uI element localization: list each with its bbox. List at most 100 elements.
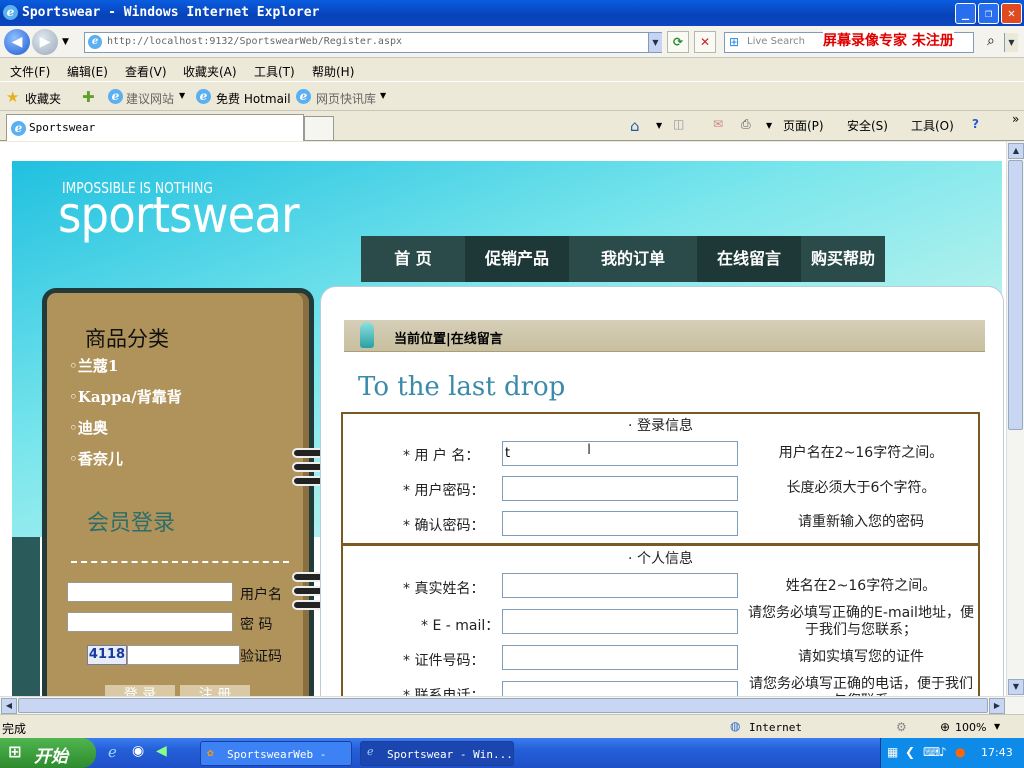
login-button[interactable]: 登 录: [105, 685, 175, 696]
member-login-title: 会员登录: [87, 511, 176, 536]
nav-messages[interactable]: 在线留言: [697, 236, 801, 282]
text-cursor-icon: I: [587, 442, 592, 458]
id-number-input[interactable]: [502, 645, 738, 670]
password-input[interactable]: [502, 476, 738, 501]
quicklaunch-desktop-icon[interactable]: ◉: [132, 743, 144, 759]
email-hint: 请您务必填写正确的E-mail地址，便于我们与您联系；: [748, 605, 974, 638]
nav-home[interactable]: 首 页: [361, 236, 465, 282]
volume-icon[interactable]: ♪: [939, 745, 947, 759]
address-dropdown-icon[interactable]: ▼: [648, 33, 662, 52]
section-title-personal: · 个人信息: [628, 551, 693, 567]
menu-edit[interactable]: 编辑(E): [67, 63, 108, 80]
menu-help[interactable]: 帮助(H): [312, 63, 354, 80]
scroll-down-icon[interactable]: ▼: [1008, 679, 1024, 695]
suggested-dropdown-icon[interactable]: ▼: [179, 91, 185, 100]
tab-sportswear[interactable]: e Sportswear: [6, 114, 304, 141]
favorites-button[interactable]: 收藏夹: [25, 90, 61, 107]
webslice-dropdown-icon[interactable]: ▼: [380, 91, 386, 100]
stop-button[interactable]: ✕: [694, 31, 716, 53]
search-placeholder: Live Search: [747, 36, 805, 47]
vertical-scroll-thumb[interactable]: [1008, 160, 1023, 430]
maximize-button[interactable]: ❐: [978, 3, 999, 24]
scroll-left-icon[interactable]: ◀: [1, 698, 17, 714]
captcha-input[interactable]: [127, 645, 240, 665]
suggested-sites-icon: e: [108, 89, 123, 104]
protected-mode-icon[interactable]: ⚙: [896, 720, 907, 734]
email-input[interactable]: [502, 609, 738, 634]
nav-help[interactable]: 购买帮助: [801, 236, 885, 282]
clock[interactable]: 17:43: [981, 746, 1013, 759]
address-url: http://localhost:9132/SportswearWeb/Regi…: [107, 36, 403, 47]
suggested-sites-link[interactable]: 建议网站: [126, 90, 174, 107]
scroll-right-icon[interactable]: ▶: [989, 698, 1005, 714]
tray-expand-icon[interactable]: ❮: [905, 745, 915, 759]
mail-icon[interactable]: ✉: [713, 117, 723, 131]
menu-tools[interactable]: 工具(T): [254, 63, 295, 80]
realname-hint: 姓名在2~16字符之间。: [785, 578, 937, 594]
menu-file[interactable]: 文件(F): [10, 63, 50, 80]
page-menu[interactable]: 页面(P): [783, 117, 824, 134]
login-username-input[interactable]: [67, 582, 233, 602]
horizontal-scroll-thumb[interactable]: [18, 698, 988, 713]
webslice-icon: e: [296, 89, 311, 104]
realname-label: * 真实姓名：: [403, 581, 485, 597]
realname-input[interactable]: [502, 573, 738, 598]
history-dropdown-icon[interactable]: ▼: [62, 37, 69, 47]
zoom-dropdown-icon[interactable]: ▼: [994, 722, 1000, 731]
quicklaunch-ie-icon[interactable]: ℯ: [108, 743, 117, 761]
tools-menu[interactable]: 工具(O): [911, 117, 954, 134]
menu-view[interactable]: 查看(V): [125, 63, 167, 80]
nav-orders[interactable]: 我的订单: [569, 236, 697, 282]
add-favorites-icon[interactable]: ✚: [82, 88, 95, 106]
login-password-input[interactable]: [67, 612, 233, 632]
register-button[interactable]: 注 册: [180, 685, 250, 696]
zoom-level[interactable]: 100%: [955, 721, 986, 734]
start-button[interactable]: ⊞ 开始: [0, 738, 96, 768]
forward-button[interactable]: ▶: [32, 29, 58, 55]
search-icon[interactable]: ⌕: [987, 33, 995, 49]
phone-input[interactable]: [502, 681, 738, 696]
window-title-bar[interactable]: e Sportswear - Windows Internet Explorer…: [0, 0, 1024, 26]
network-icon[interactable]: ⌨: [923, 745, 940, 759]
app-tray-icon[interactable]: ●: [955, 745, 965, 759]
page-viewport: IMPOSSIBLE IS NOTHING sportswear 首 页 促销产…: [0, 142, 1006, 696]
hotmail-link[interactable]: 免费 Hotmail: [216, 90, 291, 107]
category-item[interactable]: ◦兰蔻1: [69, 355, 118, 376]
category-item[interactable]: ◦迪奥: [69, 417, 108, 438]
task-sportswear-ie[interactable]: ℯ Sportswear - Win...: [360, 741, 514, 766]
nav-promotions[interactable]: 促销产品: [465, 236, 569, 282]
help-icon[interactable]: ?: [972, 117, 979, 131]
new-tab-button[interactable]: [304, 116, 334, 140]
start-label: 开始: [34, 747, 68, 767]
vertical-scrollbar[interactable]: ▲ ▼: [1006, 142, 1024, 696]
close-window-button[interactable]: ✕: [1001, 3, 1022, 24]
keyboard-icon[interactable]: ▦: [887, 745, 898, 759]
home-icon[interactable]: ⌂: [630, 117, 640, 135]
zoom-icon[interactable]: ⊕: [940, 720, 950, 734]
minimize-button[interactable]: _: [955, 3, 976, 24]
task-sportswearweb[interactable]: ✿ SportswearWeb - ...: [200, 741, 352, 768]
home-dropdown-icon[interactable]: ▼: [656, 121, 662, 130]
safety-menu[interactable]: 安全(S): [847, 117, 888, 134]
print-dropdown-icon[interactable]: ▼: [766, 121, 772, 130]
address-bar[interactable]: e http://localhost:9132/SportswearWeb/Re…: [84, 32, 662, 53]
main-nav: 首 页 促销产品 我的订单 在线留言 购买帮助: [361, 236, 885, 282]
menu-favorites[interactable]: 收藏夹(A): [183, 63, 237, 80]
confirm-password-input[interactable]: [502, 511, 738, 536]
webslice-link[interactable]: 网页快讯库: [316, 90, 376, 107]
status-bar: 完成 ◍ Internet ⚙ ⊕ 100% ▼: [0, 714, 1024, 738]
refresh-button[interactable]: ⟳: [667, 31, 689, 53]
category-item[interactable]: ◦香奈儿: [69, 448, 123, 469]
horizontal-scrollbar[interactable]: ◀ ▶: [0, 696, 1024, 714]
quicklaunch-media-icon[interactable]: ◀: [156, 743, 167, 759]
feeds-icon[interactable]: ◫: [673, 117, 684, 131]
print-icon[interactable]: ⎙: [741, 117, 751, 132]
username-input[interactable]: t: [502, 441, 738, 466]
scroll-up-icon[interactable]: ▲: [1008, 143, 1024, 159]
category-title: 商品分类: [85, 327, 169, 351]
category-item[interactable]: ◦Kappa/背靠背: [69, 386, 182, 407]
more-toolbar-icon[interactable]: »: [1012, 112, 1019, 126]
search-options-icon[interactable]: ▼: [1004, 33, 1018, 52]
username-hint: 用户名在2~16字符之间。: [778, 445, 944, 461]
back-button[interactable]: ◀: [4, 29, 30, 55]
